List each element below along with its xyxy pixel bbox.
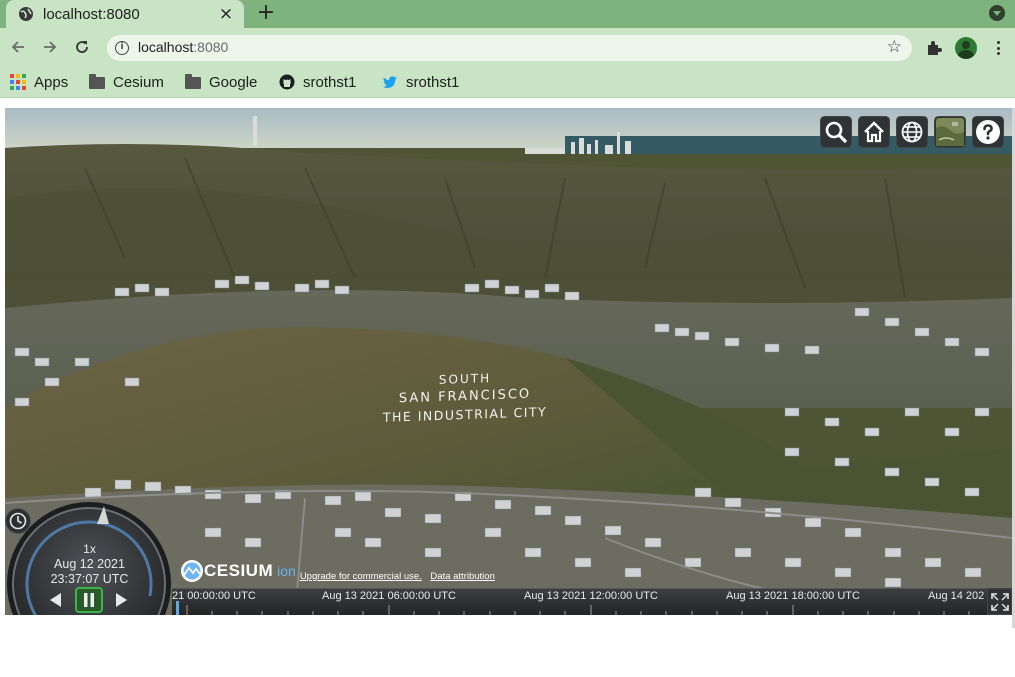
clock-icon — [9, 512, 27, 530]
url-text[interactable]: localhost:8080 — [138, 39, 228, 55]
credit-links: Upgrade for commercial use. Data attribu… — [300, 571, 501, 582]
tab-search-icon[interactable] — [989, 5, 1005, 21]
realtime-clock-button[interactable] — [5, 508, 31, 534]
folder-icon — [89, 74, 105, 89]
scene-mode-button[interactable] — [896, 116, 928, 148]
animation-speed: 1x — [83, 542, 96, 556]
play-reverse-button[interactable] — [44, 588, 66, 612]
active-tab[interactable]: localhost:8080 × — [6, 0, 244, 28]
animation-time: 23:37:07 UTC — [50, 572, 129, 586]
forward-button[interactable] — [41, 38, 59, 56]
twitter-icon — [382, 76, 397, 88]
data-attribution-link[interactable]: Data attribution — [430, 571, 494, 582]
timeline-needle[interactable] — [176, 601, 179, 615]
hillside-lettering: SOUTH SAN FRANCISCO THE INDUSTRIAL CITY — [382, 371, 548, 425]
timeline-label: 21 00:00:00 UTC — [172, 590, 256, 602]
globe-favicon-icon — [19, 7, 33, 21]
reload-icon — [76, 41, 88, 53]
timeline-label: Aug 13 2021 06:00:00 UTC — [322, 590, 456, 602]
folder-icon — [185, 74, 201, 89]
search-icon — [825, 121, 848, 144]
cesium-ion-logo[interactable]: CESIUM ion — [180, 557, 296, 585]
timeline-label: Aug 14 202 — [928, 590, 985, 602]
pause-icon — [84, 593, 94, 607]
geocoder-search-button[interactable] — [820, 116, 852, 148]
navigation-help-button[interactable] — [972, 116, 1004, 148]
browser-menu-icon[interactable] — [992, 39, 1004, 57]
tab-strip: localhost:8080 × + — [0, 0, 1015, 28]
extensions-puzzle-icon[interactable] — [925, 39, 943, 57]
bookmark-folder-cesium[interactable]: Cesium — [89, 72, 164, 92]
address-bar[interactable]: i localhost:8080 ☆ — [107, 35, 912, 61]
timeline-label: Aug 13 2021 18:00:00 UTC — [726, 590, 860, 602]
arrow-right-icon — [44, 41, 57, 53]
home-view-button[interactable] — [858, 116, 890, 148]
bookmarks-bar: Apps Cesium Google srothst1 srothst1 — [0, 66, 1015, 98]
animation-date: Aug 12 2021 — [54, 557, 125, 571]
bookmark-apps[interactable]: Apps — [10, 72, 68, 92]
bookmark-twitter-srothst1[interactable]: srothst1 — [382, 72, 459, 92]
cesium-viewer[interactable]: SOUTH SAN FRANCISCO THE INDUSTRIAL CITY — [5, 108, 1012, 615]
profile-avatar[interactable] — [955, 37, 977, 59]
help-icon — [976, 120, 1000, 144]
timeline[interactable]: 21 00:00:00 UTC Aug 13 2021 06:00:00 UTC… — [172, 588, 987, 615]
arrow-left-icon — [11, 41, 24, 53]
play-forward-button[interactable] — [111, 588, 133, 612]
apps-grid-icon — [10, 74, 26, 90]
cesium-toolbar — [820, 116, 1004, 148]
pause-button[interactable] — [75, 587, 103, 613]
upgrade-commercial-link[interactable]: Upgrade for commercial use. — [300, 571, 422, 582]
reload-button[interactable] — [73, 38, 91, 56]
timeline-ticks — [186, 605, 970, 615]
bookmark-github-srothst1[interactable]: srothst1 — [279, 72, 356, 92]
home-icon — [864, 121, 884, 143]
bookmark-folder-google[interactable]: Google — [185, 72, 257, 92]
triangle-right-icon — [116, 593, 127, 607]
globe-icon — [901, 121, 923, 143]
timeline-label: Aug 13 2021 12:00:00 UTC — [524, 590, 658, 602]
fullscreen-button[interactable] — [987, 588, 1012, 615]
triangle-left-icon — [50, 593, 61, 607]
site-info-icon[interactable]: i — [115, 41, 129, 55]
imagery-layer-icon — [936, 118, 964, 146]
base-layer-picker-button[interactable] — [934, 116, 966, 148]
cesium-logo-icon — [181, 560, 203, 582]
back-button[interactable] — [9, 38, 27, 56]
tab-title: localhost:8080 — [43, 5, 140, 23]
fullscreen-icon — [990, 592, 1009, 611]
credit-container: CESIUM ion Upgrade for commercial use. D… — [180, 555, 501, 585]
bookmark-star-icon[interactable]: ☆ — [887, 38, 902, 56]
new-tab-button[interactable]: + — [256, 2, 276, 24]
github-icon — [279, 74, 295, 90]
tab-close-icon[interactable]: × — [218, 4, 234, 24]
